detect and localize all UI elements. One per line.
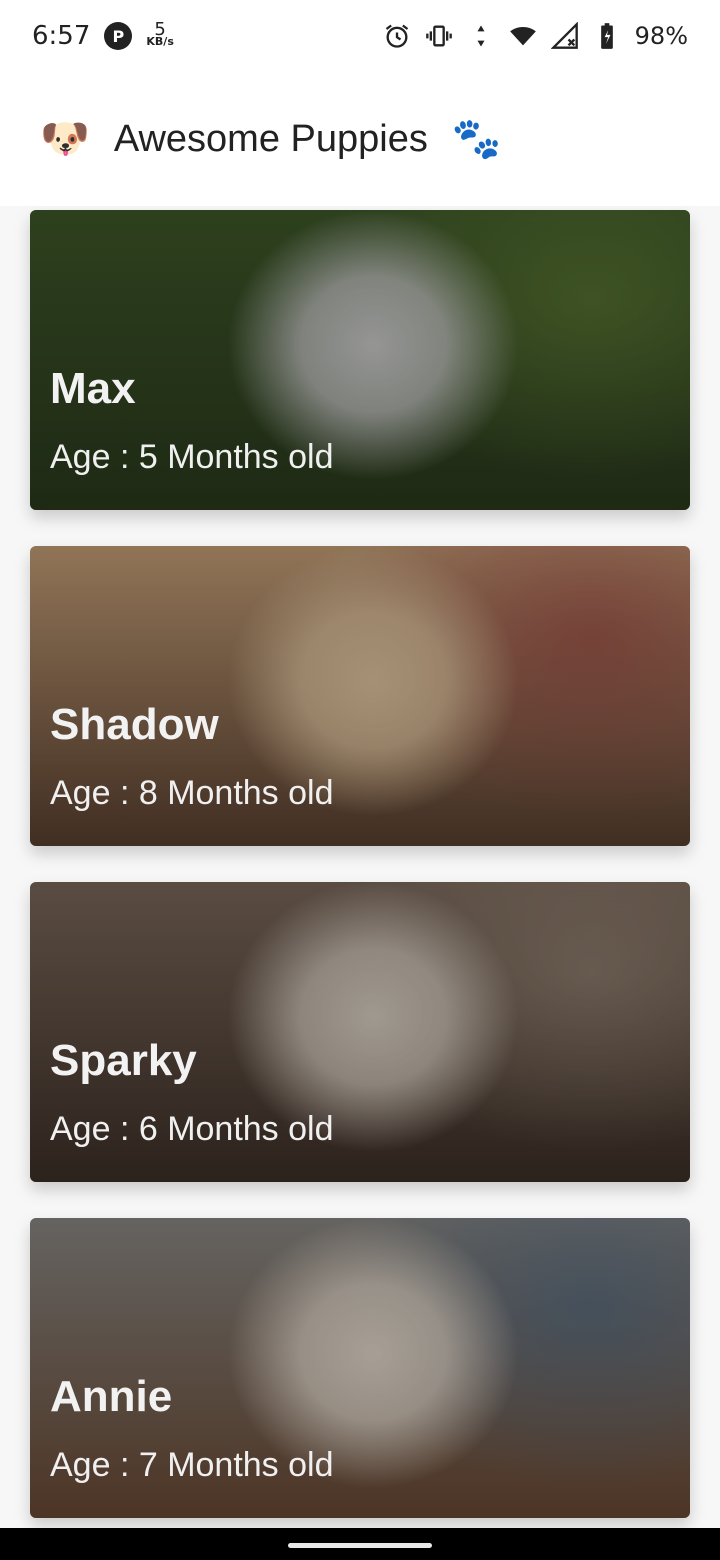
puppy-card-sparky[interactable]: Sparky Age : 6 Months old <box>30 882 690 1182</box>
puppy-name: Shadow <box>50 700 219 749</box>
dog-face-icon: 🐶 <box>40 116 90 162</box>
p-circle-icon: P <box>104 22 133 50</box>
puppy-name: Sparky <box>50 1036 197 1085</box>
puppy-age: Age : 7 Months old <box>50 1446 334 1484</box>
alarm-icon <box>383 22 411 50</box>
puppy-name: Annie <box>50 1372 173 1421</box>
data-arrows-icon <box>467 22 495 50</box>
battery-icon <box>593 22 621 50</box>
puppy-card-annie[interactable]: Annie Age : 7 Months old <box>30 1218 690 1518</box>
battery-percent: 98% <box>634 22 688 50</box>
puppy-age: Age : 6 Months old <box>50 1110 334 1148</box>
puppy-card-max[interactable]: Max Age : 5 Months old <box>30 210 690 510</box>
puppy-name: Max <box>50 364 136 413</box>
status-bar-left: 6:57 P 5 KB/s <box>32 21 174 52</box>
cell-signal-icon <box>550 22 579 50</box>
network-speed: 5 KB/s <box>146 21 174 48</box>
app-bar: 🐶 Awesome Puppies 🐾 <box>0 72 720 206</box>
status-bar: 6:57 P 5 KB/s 98% <box>0 0 720 72</box>
paw-prints-icon: 🐾 <box>451 116 502 162</box>
vibrate-icon <box>425 22 453 50</box>
clock: 6:57 <box>32 21 91 51</box>
puppy-age: Age : 8 Months old <box>50 774 334 812</box>
wifi-icon <box>509 22 537 50</box>
navigation-bar <box>0 1528 720 1560</box>
puppy-age: Age : 5 Months old <box>50 438 334 476</box>
status-bar-right: 98% <box>383 22 688 50</box>
network-speed-unit: KB/s <box>146 35 174 48</box>
puppy-card-shadow[interactable]: Shadow Age : 8 Months old <box>30 546 690 846</box>
app-title: Awesome Puppies <box>113 117 428 160</box>
puppy-list[interactable]: Max Age : 5 Months old Shadow Age : 8 Mo… <box>0 206 720 1528</box>
home-gesture-handle[interactable] <box>288 1543 432 1548</box>
